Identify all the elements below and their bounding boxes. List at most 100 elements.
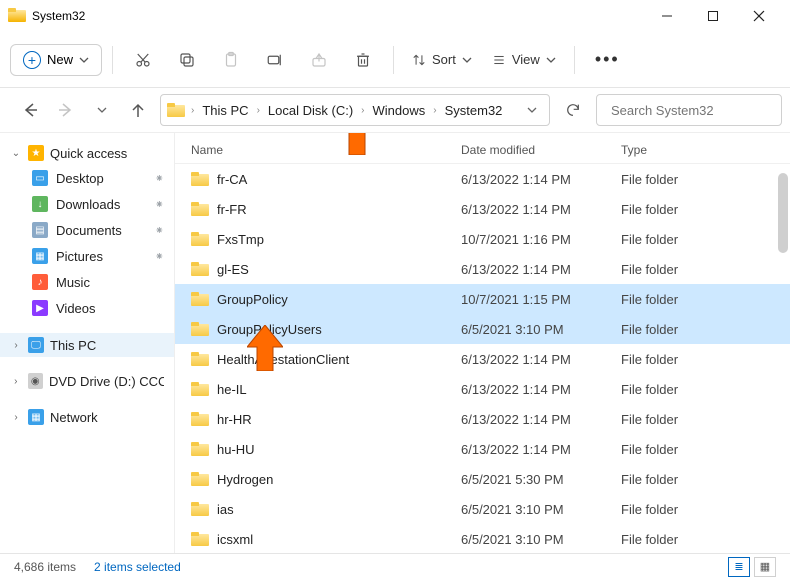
up-button[interactable] (124, 96, 152, 124)
refresh-button[interactable] (558, 95, 588, 125)
file-row[interactable]: fr-CA6/13/2022 1:14 PMFile folder (175, 164, 790, 194)
file-type: File folder (621, 382, 774, 397)
file-rows: fr-CA6/13/2022 1:14 PMFile folderfr-FR6/… (175, 164, 790, 553)
column-type[interactable]: Type (621, 143, 774, 157)
breadcrumb-segment[interactable]: Windows (369, 101, 430, 120)
breadcrumb-segment[interactable]: This PC (198, 101, 252, 120)
sort-icon (412, 53, 426, 67)
cut-button[interactable] (123, 42, 163, 78)
file-type: File folder (621, 172, 774, 187)
pc-icon: 🖵 (28, 337, 44, 353)
search-input[interactable] (611, 103, 787, 118)
sidebar-dvd-header[interactable]: › ◉ DVD Drive (D:) CCCC (0, 369, 174, 393)
file-date: 6/13/2022 1:14 PM (461, 382, 621, 397)
documents-icon: ▤ (32, 222, 48, 238)
sidebar-quickaccess-header[interactable]: ⌄ ★ Quick access (0, 141, 174, 165)
file-type: File folder (621, 232, 774, 247)
scrollbar[interactable] (778, 173, 788, 253)
more-button[interactable]: ••• (585, 43, 630, 76)
file-type: File folder (621, 442, 774, 457)
minimize-button[interactable] (644, 0, 690, 32)
sidebar-thispc-header[interactable]: › 🖵 This PC (0, 333, 174, 357)
details-view-button[interactable]: ≣ (728, 557, 750, 577)
chevron-down-icon (546, 55, 556, 65)
file-date: 6/5/2021 3:10 PM (461, 322, 621, 337)
file-row[interactable]: ias6/5/2021 3:10 PMFile folder (175, 494, 790, 524)
file-date: 6/13/2022 1:14 PM (461, 262, 621, 277)
column-name[interactable]: Name (191, 143, 461, 157)
pin-icon: ⁕ (155, 224, 164, 237)
view-button[interactable]: View (484, 46, 564, 73)
sidebar-item-desktop[interactable]: ▭Desktop⁕ (0, 165, 174, 191)
file-date: 6/13/2022 1:14 PM (461, 202, 621, 217)
sidebar-dvd-label: DVD Drive (D:) CCCC (49, 374, 164, 389)
chevron-down-icon (79, 55, 89, 65)
folder-icon (167, 103, 185, 117)
file-type: File folder (621, 352, 774, 367)
file-row[interactable]: he-IL 6/13/2022 1:14 PMFile folder (175, 374, 790, 404)
file-row[interactable]: Hydrogen6/5/2021 5:30 PMFile folder (175, 464, 790, 494)
file-row[interactable]: hu-HU6/13/2022 1:14 PMFile folder (175, 434, 790, 464)
sidebar-item-label: Videos (56, 301, 96, 316)
thumbnails-view-button[interactable]: ▦ (754, 557, 776, 577)
share-button[interactable] (299, 42, 339, 78)
file-name: gl-ES (217, 262, 249, 277)
sidebar-item-label: Downloads (56, 197, 120, 212)
file-row[interactable]: GroupPolicyUsers6/5/2021 3:10 PMFile fol… (175, 314, 790, 344)
folder-icon (191, 292, 209, 306)
file-name: he-IL (217, 382, 247, 397)
delete-button[interactable] (343, 42, 383, 78)
breadcrumb-segment[interactable]: Local Disk (C:) (264, 101, 357, 120)
folder-icon (191, 262, 209, 276)
desktop-icon: ▭ (32, 170, 48, 186)
sidebar-item-label: Music (56, 275, 90, 290)
file-row[interactable]: icsxml6/5/2021 3:10 PMFile folder (175, 524, 790, 553)
history-button[interactable] (88, 96, 116, 124)
breadcrumb-segment[interactable]: System32 (441, 101, 507, 120)
forward-button[interactable] (52, 96, 80, 124)
back-button[interactable] (16, 96, 44, 124)
separator (393, 46, 394, 74)
pin-icon: ⁕ (155, 198, 164, 211)
file-row[interactable]: FxsTmp10/7/2021 1:16 PMFile folder (175, 224, 790, 254)
sidebar-network-header[interactable]: › ▦ Network (0, 405, 174, 429)
view-icon (492, 53, 506, 67)
folder-icon (191, 532, 209, 546)
close-button[interactable] (736, 0, 782, 32)
sidebar-item-downloads[interactable]: ↓Downloads⁕ (0, 191, 174, 217)
copy-button[interactable] (167, 42, 207, 78)
chevron-right-icon: › (431, 105, 438, 116)
paste-button[interactable] (211, 42, 251, 78)
file-row[interactable]: gl-ES6/13/2022 1:14 PMFile folder (175, 254, 790, 284)
new-button[interactable]: + New (10, 44, 102, 76)
sort-label: Sort (432, 52, 456, 67)
sidebar-item-music[interactable]: ♪Music (0, 269, 174, 295)
maximize-button[interactable] (690, 0, 736, 32)
column-date[interactable]: Date modified (461, 143, 621, 157)
file-date: 10/7/2021 1:16 PM (461, 232, 621, 247)
chevron-down-icon (462, 55, 472, 65)
window-controls (644, 0, 782, 32)
sidebar-item-documents[interactable]: ▤Documents⁕ (0, 217, 174, 243)
sidebar-item-pictures[interactable]: ▦Pictures⁕ (0, 243, 174, 269)
body: ⌄ ★ Quick access ▭Desktop⁕ ↓Downloads⁕ ▤… (0, 132, 790, 553)
column-headers: Name Date modified Type (175, 133, 790, 164)
file-row[interactable]: HealthAttestationClient6/13/2022 1:14 PM… (175, 344, 790, 374)
rename-button[interactable] (255, 42, 295, 78)
status-selected-count: 2 items selected (94, 560, 181, 574)
sort-button[interactable]: Sort (404, 46, 480, 73)
file-date: 10/7/2021 1:15 PM (461, 292, 621, 307)
file-type: File folder (621, 322, 774, 337)
file-type: File folder (621, 532, 774, 547)
breadcrumb-dropdown[interactable] (521, 103, 543, 118)
file-row[interactable]: fr-FR6/13/2022 1:14 PMFile folder (175, 194, 790, 224)
breadcrumb[interactable]: › This PC › Local Disk (C:) › Windows › … (160, 94, 550, 126)
sidebar-item-label: Desktop (56, 171, 104, 186)
chevron-right-icon: › (189, 105, 196, 116)
sidebar-item-videos[interactable]: ▶Videos (0, 295, 174, 321)
file-row[interactable]: GroupPolicy10/7/2021 1:15 PMFile folder (175, 284, 790, 314)
file-name: Hydrogen (217, 472, 273, 487)
search-box[interactable] (596, 94, 782, 126)
file-row[interactable]: hr-HR6/13/2022 1:14 PMFile folder (175, 404, 790, 434)
chevron-right-icon: › (10, 412, 22, 423)
